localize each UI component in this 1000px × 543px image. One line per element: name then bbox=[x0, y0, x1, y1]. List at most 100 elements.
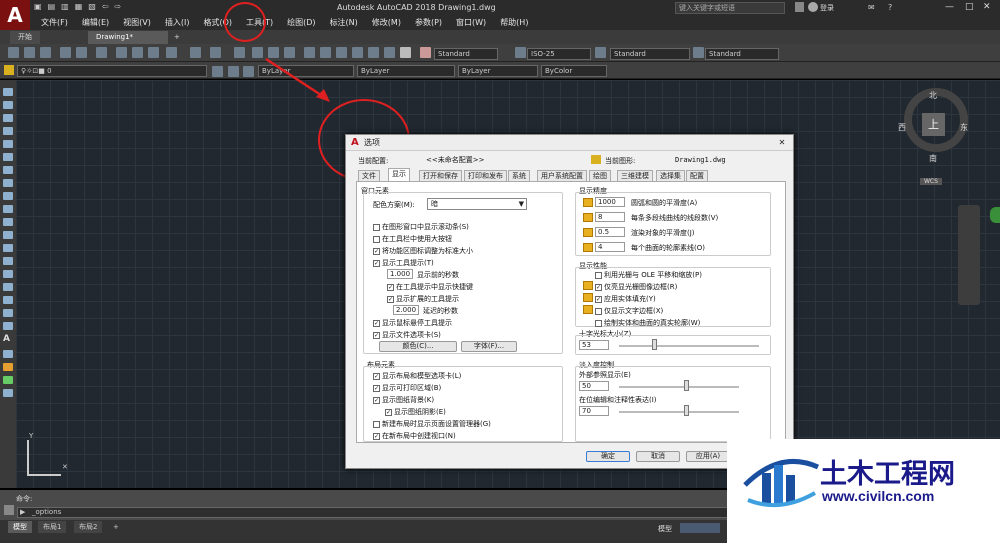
plotstyle-select[interactable]: ByColor bbox=[541, 65, 607, 77]
publish-icon[interactable] bbox=[96, 47, 107, 58]
ellipse-icon[interactable] bbox=[3, 205, 13, 213]
table-style-select[interactable]: Standard bbox=[610, 48, 690, 60]
inplace-fade-input[interactable]: 70 bbox=[579, 406, 609, 416]
option-layout-tabs[interactable]: ✓ 显示布局和模型选项卡(L) bbox=[373, 371, 461, 381]
checkbox-checked[interactable]: ✓ bbox=[373, 319, 380, 327]
table-style-icon[interactable] bbox=[595, 47, 606, 58]
menu-window[interactable]: 窗口(W) bbox=[449, 17, 493, 28]
grid-snap-icons[interactable] bbox=[680, 523, 720, 533]
option-paper-shadow[interactable]: ✓ 显示图纸阴影(E) bbox=[385, 407, 446, 417]
exchange-icon[interactable]: ✉ bbox=[868, 3, 875, 12]
add-selected-icon[interactable] bbox=[3, 350, 13, 358]
layer-previous-icon[interactable] bbox=[228, 66, 239, 77]
colors-button[interactable]: 颜色(C)... bbox=[379, 341, 457, 352]
option-ribbon-icons[interactable]: ✓ 将功能区图标调整为标准大小 bbox=[373, 246, 473, 256]
menu-draw[interactable]: 绘图(D) bbox=[280, 17, 322, 28]
undo-icon[interactable]: ⇦ bbox=[102, 2, 109, 11]
polyline-segments-input[interactable]: 8 bbox=[595, 212, 625, 222]
option-raster-ole[interactable]: 利用光栅与 OLE 平移和缩放(P) bbox=[595, 270, 702, 280]
wcs-menu[interactable]: WCS bbox=[920, 178, 942, 185]
checkbox-checked[interactable]: ✓ bbox=[373, 259, 380, 267]
viewcube-north[interactable]: 北 bbox=[929, 90, 937, 101]
pan-icon[interactable] bbox=[234, 47, 245, 58]
redo-tool-icon[interactable] bbox=[210, 47, 221, 58]
line-tool-icon[interactable] bbox=[3, 88, 13, 96]
option-printable-area[interactable]: ✓ 显示可打印区域(B) bbox=[373, 383, 441, 393]
text-tool-icon[interactable]: A bbox=[3, 334, 10, 344]
option-tooltip-shortcuts[interactable]: ✓ 在工具提示中显示快捷键 bbox=[387, 282, 473, 292]
menu-insert[interactable]: 插入(I) bbox=[158, 17, 197, 28]
ok-button[interactable]: 确定 bbox=[586, 451, 630, 462]
checkbox-checked[interactable]: ✓ bbox=[385, 408, 392, 416]
tool-palettes-icon[interactable] bbox=[336, 47, 347, 58]
tab-3d-modeling[interactable]: 三维建模 bbox=[617, 170, 653, 181]
checkbox-checked[interactable]: ✓ bbox=[595, 295, 602, 303]
tab-drafting[interactable]: 绘图 bbox=[589, 170, 611, 181]
dialog-close-button[interactable]: ✕ bbox=[776, 138, 788, 148]
inplace-fade-slider-thumb[interactable] bbox=[684, 405, 690, 416]
plot-icon[interactable]: ▧ bbox=[88, 2, 96, 11]
new-tab-button[interactable]: + bbox=[170, 31, 184, 44]
arc-icon[interactable] bbox=[3, 153, 13, 161]
contour-lines-input[interactable]: 4 bbox=[595, 242, 625, 252]
checkbox[interactable] bbox=[373, 420, 380, 428]
add-layout-button[interactable]: + bbox=[108, 521, 124, 533]
tab-system[interactable]: 系统 bbox=[508, 170, 530, 181]
cancel-button[interactable]: 取消 bbox=[636, 451, 680, 462]
menu-view[interactable]: 视图(V) bbox=[116, 17, 158, 28]
inplace-fade-slider-track[interactable] bbox=[619, 411, 739, 413]
insert-block-icon[interactable] bbox=[3, 231, 13, 239]
hatch-icon[interactable] bbox=[3, 270, 13, 278]
wrench-icon[interactable] bbox=[4, 505, 14, 515]
tab-files[interactable]: 文件 bbox=[358, 170, 380, 181]
option-page-setup-manager[interactable]: 新建布局时显示页面设置管理器(G) bbox=[373, 419, 491, 429]
menu-edit[interactable]: 编辑(E) bbox=[75, 17, 116, 28]
fonts-button[interactable]: 字体(F)... bbox=[461, 341, 517, 352]
markup-icon[interactable] bbox=[368, 47, 379, 58]
xref-fade-slider-thumb[interactable] bbox=[684, 380, 690, 391]
viewcube-east[interactable]: 东 bbox=[960, 122, 968, 133]
checkbox[interactable] bbox=[373, 235, 380, 243]
revcloud-icon[interactable] bbox=[3, 179, 13, 187]
cut-icon[interactable] bbox=[116, 47, 127, 58]
option-text-frame[interactable]: 仅显示文字边框(X) bbox=[595, 306, 663, 316]
option-raster-frame[interactable]: ✓ 仅亮显光栅图像边框(R) bbox=[595, 282, 677, 292]
checkbox-checked[interactable]: ✓ bbox=[595, 283, 602, 291]
color-scheme-select[interactable]: 暗 ▼ bbox=[427, 198, 527, 210]
close-button[interactable]: ✕ bbox=[983, 2, 991, 12]
linetype-select[interactable]: ByLayer bbox=[357, 65, 455, 77]
saveas-icon[interactable]: ▦ bbox=[75, 2, 83, 11]
qnew-icon[interactable] bbox=[8, 47, 19, 58]
layer-manager-icon[interactable] bbox=[4, 65, 14, 75]
option-solid-fill[interactable]: ✓ 应用实体填充(Y) bbox=[595, 294, 656, 304]
checkbox-checked[interactable]: ✓ bbox=[373, 432, 380, 440]
text-style-icon[interactable] bbox=[420, 47, 431, 58]
spline-icon[interactable] bbox=[3, 192, 13, 200]
gradient-icon[interactable] bbox=[3, 283, 13, 291]
checkbox-checked[interactable]: ✓ bbox=[387, 283, 394, 291]
menu-file[interactable]: 文件(F) bbox=[34, 17, 75, 28]
make-block-icon[interactable] bbox=[3, 244, 13, 252]
option-extended-tooltips[interactable]: ✓ 显示扩展的工具提示 bbox=[387, 294, 459, 304]
crosshair-slider-track[interactable] bbox=[619, 345, 759, 347]
tab-layout1[interactable]: 布局1 bbox=[38, 521, 67, 533]
maximize-button[interactable]: □ bbox=[965, 2, 974, 12]
login-link[interactable]: 登录 bbox=[820, 3, 834, 13]
checkbox[interactable] bbox=[373, 223, 380, 231]
layer-select[interactable]: ♀☼⊡■ 0 bbox=[17, 65, 207, 77]
viewcube-south[interactable]: 南 bbox=[929, 153, 937, 164]
table-icon[interactable] bbox=[3, 309, 13, 317]
xref-fade-slider-track[interactable] bbox=[619, 386, 739, 388]
viewcube-west[interactable]: 西 bbox=[898, 122, 906, 133]
checkbox[interactable] bbox=[595, 307, 602, 315]
lineweight-select[interactable]: ByLayer bbox=[458, 65, 538, 77]
option-file-tabs[interactable]: ✓ 显示文件选项卡(S) bbox=[373, 330, 441, 340]
circle-icon[interactable] bbox=[3, 166, 13, 174]
polyline-icon[interactable] bbox=[3, 114, 13, 122]
tab-start[interactable]: 开始 bbox=[10, 31, 40, 44]
calculator-icon[interactable] bbox=[384, 47, 395, 58]
extended-delay-input[interactable]: 2.000 bbox=[393, 305, 419, 315]
new-icon[interactable]: ▣ bbox=[34, 2, 42, 11]
checkbox-checked[interactable]: ✓ bbox=[373, 331, 380, 339]
option-create-viewport[interactable]: ✓ 在新布局中创建视口(N) bbox=[373, 431, 456, 441]
